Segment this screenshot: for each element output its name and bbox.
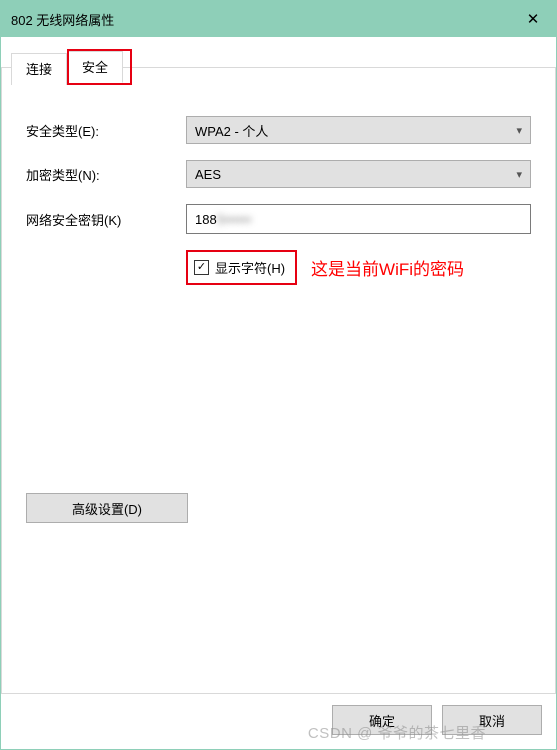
network-key-label: 网络安全密钥(K) [26, 210, 186, 229]
tab-security[interactable]: 安全 [67, 51, 123, 83]
tab-connection[interactable]: 连接 [11, 53, 67, 85]
row-network-key: 网络安全密钥(K) 1885•••••• [26, 204, 531, 234]
annotation-text: 这是当前WiFi的密码 [311, 255, 464, 280]
tab-panel-security: 安全类型(E): WPA2 - 个人 ▾ 加密类型(N): AES ▾ [1, 67, 556, 694]
security-type-dropdown[interactable]: WPA2 - 个人 ▾ [186, 116, 531, 144]
annotation-highlight-checkbox: ✓ 显示字符(H) [186, 250, 297, 285]
show-characters-checkbox[interactable]: ✓ [194, 260, 209, 275]
network-key-value-visible: 188 [195, 212, 217, 227]
client-area: 连接 安全 安全类型(E): WPA2 - 个人 ▾ 加密类型(N): [1, 37, 556, 749]
titlebar: 802 无线网络属性 ✕ [1, 1, 556, 37]
security-type-label: 安全类型(E): [26, 121, 186, 140]
chevron-down-icon: ▾ [516, 124, 522, 137]
chevron-down-icon: ▾ [516, 168, 522, 181]
advanced-settings-button[interactable]: 高级设置(D) [26, 493, 188, 523]
window: 802 无线网络属性 ✕ 连接 安全 安全类型(E): WPA2 - 个人 ▾ [0, 0, 557, 750]
row-security-type: 安全类型(E): WPA2 - 个人 ▾ [26, 116, 531, 144]
show-characters-label[interactable]: 显示字符(H) [215, 258, 285, 277]
window-title: 802 无线网络属性 [11, 10, 114, 29]
close-icon: ✕ [527, 10, 540, 28]
row-show-characters: ✓ 显示字符(H) 这是当前WiFi的密码 [186, 250, 531, 285]
cancel-button[interactable]: 取消 [442, 705, 542, 735]
security-type-value: WPA2 - 个人 [195, 121, 268, 140]
encryption-type-value: AES [195, 167, 221, 182]
encryption-type-label: 加密类型(N): [26, 165, 186, 184]
dialog-footer: 确定 取消 [332, 705, 542, 735]
network-key-input[interactable]: 1885•••••• [186, 204, 531, 234]
row-encryption-type: 加密类型(N): AES ▾ [26, 160, 531, 188]
ok-button[interactable]: 确定 [332, 705, 432, 735]
encryption-type-dropdown[interactable]: AES ▾ [186, 160, 531, 188]
network-key-value-redacted: 5•••••• [217, 212, 252, 227]
close-button[interactable]: ✕ [510, 1, 556, 37]
